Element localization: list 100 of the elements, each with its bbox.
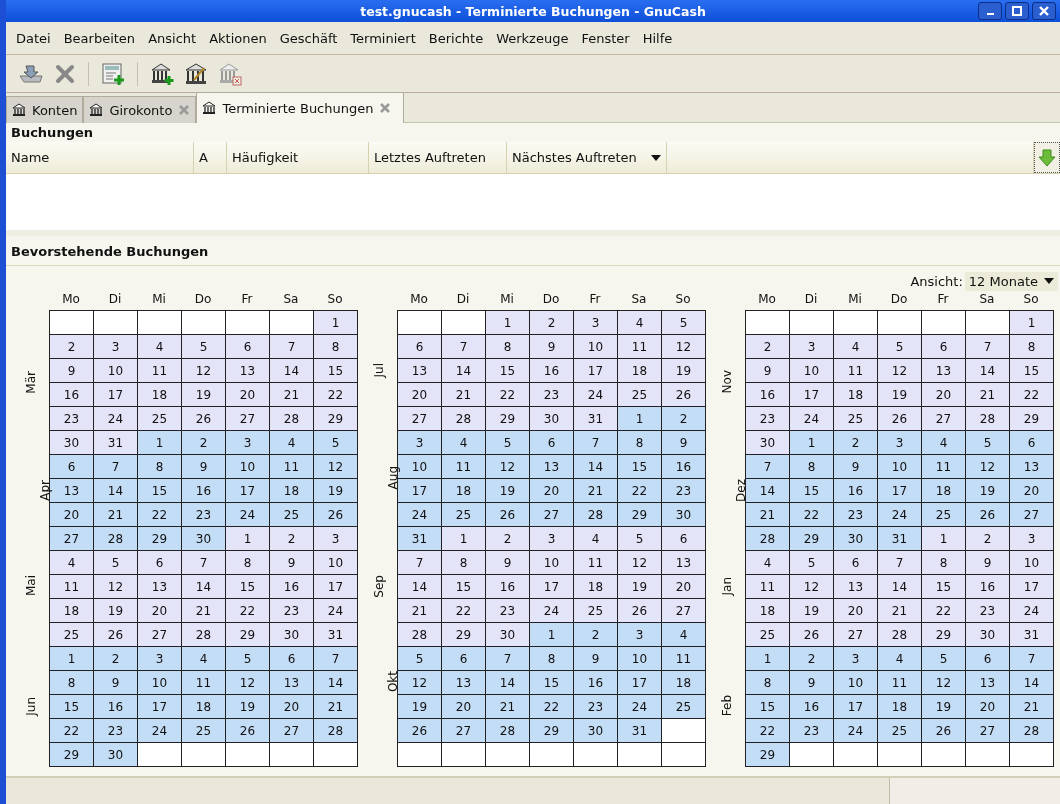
- day-cell[interactable]: 14: [1010, 671, 1054, 695]
- day-cell[interactable]: 17: [618, 671, 662, 695]
- menu-item[interactable]: Aktionen: [203, 30, 274, 46]
- day-cell[interactable]: 18: [618, 359, 662, 383]
- day-cell[interactable]: 17: [790, 383, 834, 407]
- day-cell[interactable]: 19: [486, 479, 530, 503]
- day-cell[interactable]: 3: [618, 623, 662, 647]
- day-cell[interactable]: 22: [138, 503, 182, 527]
- day-cell[interactable]: 17: [94, 383, 138, 407]
- column-header[interactable]: A: [194, 142, 227, 173]
- day-cell[interactable]: 23: [530, 383, 574, 407]
- day-cell[interactable]: 3: [574, 311, 618, 335]
- day-cell[interactable]: 3: [226, 431, 270, 455]
- day-cell[interactable]: 15: [530, 671, 574, 695]
- menu-item[interactable]: Geschäft: [273, 30, 345, 46]
- day-cell[interactable]: 29: [226, 623, 270, 647]
- column-header[interactable]: Name: [6, 142, 194, 173]
- day-cell[interactable]: 7: [314, 647, 358, 671]
- menu-item[interactable]: Berichte: [422, 30, 491, 46]
- day-cell[interactable]: 11: [662, 647, 706, 671]
- day-cell[interactable]: 16: [94, 695, 138, 719]
- day-cell[interactable]: 23: [790, 719, 834, 743]
- day-cell[interactable]: 10: [314, 551, 358, 575]
- day-cell[interactable]: 9: [662, 431, 706, 455]
- day-cell[interactable]: 11: [746, 575, 790, 599]
- day-cell[interactable]: 23: [50, 407, 94, 431]
- day-cell[interactable]: 1: [746, 647, 790, 671]
- day-cell[interactable]: 12: [966, 455, 1010, 479]
- day-cell[interactable]: 10: [878, 455, 922, 479]
- day-cell[interactable]: 31: [398, 527, 442, 551]
- day-cell[interactable]: 2: [50, 335, 94, 359]
- day-cell[interactable]: 18: [662, 671, 706, 695]
- column-header[interactable]: Letztes Auftreten: [369, 142, 507, 173]
- day-cell[interactable]: 31: [878, 527, 922, 551]
- day-cell[interactable]: 1: [442, 527, 486, 551]
- day-cell[interactable]: 20: [442, 695, 486, 719]
- day-cell[interactable]: 9: [486, 551, 530, 575]
- day-cell[interactable]: 28: [1010, 719, 1054, 743]
- day-cell[interactable]: 26: [662, 383, 706, 407]
- day-cell[interactable]: 28: [486, 719, 530, 743]
- day-cell[interactable]: 2: [486, 527, 530, 551]
- day-cell[interactable]: 23: [834, 503, 878, 527]
- day-cell[interactable]: 23: [746, 407, 790, 431]
- day-cell[interactable]: 11: [442, 455, 486, 479]
- day-cell[interactable]: 19: [226, 695, 270, 719]
- day-cell[interactable]: 2: [182, 431, 226, 455]
- day-cell[interactable]: 30: [270, 623, 314, 647]
- day-cell[interactable]: 21: [182, 599, 226, 623]
- day-cell[interactable]: 23: [486, 599, 530, 623]
- day-cell[interactable]: 30: [182, 527, 226, 551]
- download-arrow-button[interactable]: [1034, 142, 1060, 173]
- day-cell[interactable]: 28: [574, 503, 618, 527]
- day-cell[interactable]: 26: [486, 503, 530, 527]
- day-cell[interactable]: 9: [94, 671, 138, 695]
- day-cell[interactable]: 25: [182, 719, 226, 743]
- day-cell[interactable]: 8: [530, 647, 574, 671]
- day-cell[interactable]: 19: [182, 383, 226, 407]
- view-dropdown[interactable]: 12 Monate: [964, 271, 1058, 291]
- day-cell[interactable]: 6: [1010, 431, 1054, 455]
- day-cell[interactable]: 25: [442, 503, 486, 527]
- day-cell[interactable]: 15: [1010, 359, 1054, 383]
- day-cell[interactable]: 20: [834, 599, 878, 623]
- day-cell[interactable]: 6: [138, 551, 182, 575]
- day-cell[interactable]: 27: [966, 719, 1010, 743]
- day-cell[interactable]: 11: [618, 335, 662, 359]
- day-cell[interactable]: 25: [834, 407, 878, 431]
- day-cell[interactable]: 4: [834, 335, 878, 359]
- menu-item[interactable]: Terminiert: [344, 30, 423, 46]
- day-cell[interactable]: 19: [966, 479, 1010, 503]
- day-cell[interactable]: 15: [442, 575, 486, 599]
- day-cell[interactable]: 29: [746, 743, 790, 767]
- day-cell[interactable]: 5: [486, 431, 530, 455]
- menu-item[interactable]: Fenster: [575, 30, 637, 46]
- day-cell[interactable]: 20: [226, 383, 270, 407]
- day-cell[interactable]: 20: [530, 479, 574, 503]
- day-cell[interactable]: 7: [746, 455, 790, 479]
- day-cell[interactable]: 3: [314, 527, 358, 551]
- day-cell[interactable]: 25: [878, 719, 922, 743]
- day-cell[interactable]: 7: [270, 335, 314, 359]
- day-cell[interactable]: 18: [574, 575, 618, 599]
- day-cell[interactable]: 27: [442, 719, 486, 743]
- day-cell[interactable]: 3: [1010, 527, 1054, 551]
- day-cell[interactable]: 2: [574, 623, 618, 647]
- day-cell[interactable]: 24: [1010, 599, 1054, 623]
- day-cell[interactable]: 8: [314, 335, 358, 359]
- day-cell[interactable]: 14: [182, 575, 226, 599]
- day-cell[interactable]: 22: [790, 503, 834, 527]
- day-cell[interactable]: 6: [834, 551, 878, 575]
- day-cell[interactable]: 1: [226, 527, 270, 551]
- day-cell[interactable]: 10: [618, 647, 662, 671]
- day-cell[interactable]: 15: [138, 479, 182, 503]
- day-cell[interactable]: 19: [922, 695, 966, 719]
- day-cell[interactable]: 2: [834, 431, 878, 455]
- day-cell[interactable]: 29: [314, 407, 358, 431]
- day-cell[interactable]: 9: [834, 455, 878, 479]
- day-cell[interactable]: 19: [314, 479, 358, 503]
- day-cell[interactable]: 9: [530, 335, 574, 359]
- day-cell[interactable]: 28: [398, 623, 442, 647]
- day-cell[interactable]: 18: [270, 479, 314, 503]
- day-cell[interactable]: 6: [226, 335, 270, 359]
